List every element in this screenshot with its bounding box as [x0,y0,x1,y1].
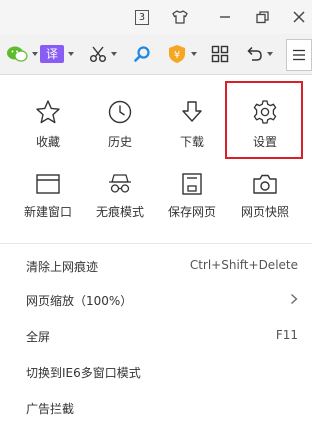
main-menu-button[interactable] [286,39,312,71]
undo-icon [247,46,262,61]
chevron-right-icon [291,294,298,304]
download-item[interactable]: 下载 [154,99,230,150]
favorites-item[interactable]: 收藏 [10,99,86,150]
wechat-button[interactable] [6,42,38,66]
wechat-icon [7,46,28,62]
fullscreen-item[interactable]: 全屏 F11 [0,319,312,353]
close-icon[interactable] [286,5,312,29]
download-icon [182,101,202,122]
translate-button[interactable]: 译 [40,42,74,66]
apps-grid-button[interactable] [211,42,229,66]
ad-block-item[interactable]: 广告拦截 [0,391,312,425]
main-menu-panel: 收藏 历史 下载 设置 新建窗口 无痕模式 保存网页 网页快照 清除上网痕迹 C… [0,75,312,416]
tab-count-badge: 3 [135,9,149,25]
menu-divider [0,243,312,244]
svg-text:¥: ¥ [174,50,180,61]
search-button[interactable] [133,42,151,66]
translate-icon: 译 [40,45,64,63]
title-bar: 3 [0,0,312,34]
camera-icon [253,174,277,194]
search-icon [134,46,150,62]
page-zoom-item[interactable]: 网页缩放（100%） [0,283,312,317]
save-page-item[interactable]: 保存网页 [154,173,230,220]
ie6-multi-window-mode-item[interactable]: 切换到IE6多窗口模式 [0,355,312,389]
incognito-icon [109,174,131,193]
scissors-icon [90,46,106,62]
undo-close-tab-button[interactable] [245,42,273,66]
clock-icon [108,100,132,124]
skin-shirt-icon[interactable] [167,5,193,29]
star-icon [36,100,60,124]
apps-grid-icon [211,45,229,63]
clear-browsing-data-item[interactable]: 清除上网痕迹 Ctrl+Shift+Delete [0,249,312,283]
save-page-icon [182,173,202,195]
settings-highlight-box [225,81,303,159]
incognito-item[interactable]: 无痕模式 [82,173,158,220]
coupon-button[interactable]: ¥ [167,42,197,66]
tab-count-button[interactable]: 3 [129,5,155,29]
page-snapshot-item[interactable]: 网页快照 [227,173,303,220]
new-window-item[interactable]: 新建窗口 [10,173,86,220]
history-item[interactable]: 历史 [82,99,158,150]
coupon-icon: ¥ [169,45,185,63]
hamburger-menu-icon [293,49,305,61]
screenshot-scissors-button[interactable] [89,42,117,66]
restore-icon[interactable] [249,5,275,29]
toolbar: 译 ¥ [0,34,312,75]
new-window-icon [36,174,60,194]
minimize-icon[interactable] [212,5,238,29]
